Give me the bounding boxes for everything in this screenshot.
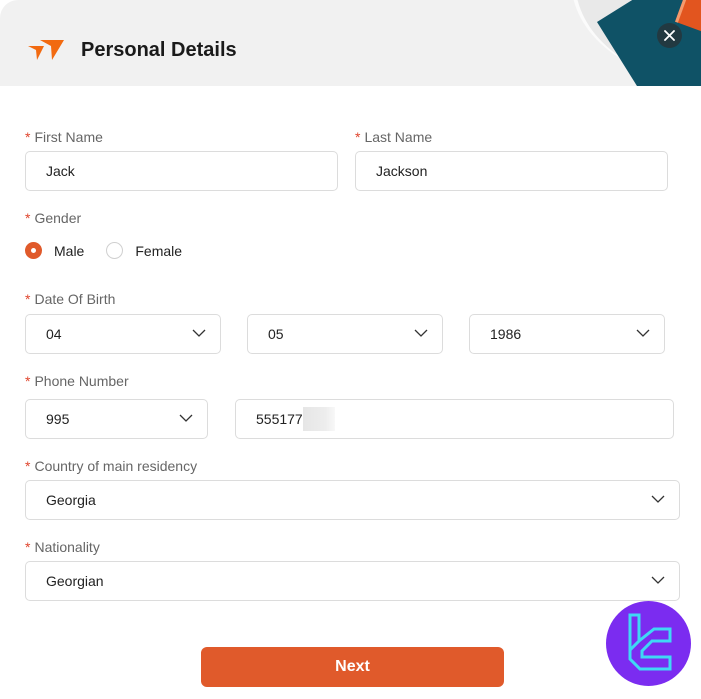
date-of-birth-label-text: Date Of Birth [34,291,116,307]
gender-male-radio[interactable] [25,242,42,259]
chevron-down-icon [636,329,650,337]
birth-month-value: 05 [268,326,284,342]
phone-number-value: 555177 [256,411,303,427]
birth-day-select[interactable]: 04 [25,314,221,354]
birth-day-value: 04 [46,326,62,342]
gender-female-label[interactable]: Female [135,243,182,259]
birth-year-value: 1986 [490,326,522,342]
last-name-input[interactable]: Jackson [355,151,668,191]
country-residency-label: * Country of main residency [25,458,197,474]
next-button[interactable]: Next [201,647,504,687]
dialog-header: Personal Details [0,0,701,86]
required-mark: * [355,129,361,145]
country-residency-select[interactable]: Georgia [25,480,680,520]
date-of-birth-label: * Date Of Birth [25,291,115,307]
nationality-value: Georgian [46,573,104,589]
redacted-digits [302,407,335,431]
last-name-label-text: Last Name [364,129,433,145]
paper-plane-arrows-logo-icon [28,40,64,60]
gender-male-label[interactable]: Male [54,243,84,259]
required-mark: * [25,539,31,555]
nationality-label-text: Nationality [34,539,100,555]
chevron-down-icon [651,495,665,503]
country-code-select[interactable]: 995 [25,399,208,439]
chevron-down-icon [192,329,206,337]
last-name-label: * Last Name [355,129,432,145]
first-name-input[interactable]: Jack [25,151,338,191]
close-icon [664,30,675,41]
gender-female-radio[interactable] [106,242,124,259]
dialog-title: Personal Details [81,39,237,61]
nationality-label: * Nationality [25,539,100,555]
phone-number-label-text: Phone Number [34,373,129,389]
country-residency-value: Georgia [46,492,96,508]
birth-year-select[interactable]: 1986 [469,314,665,354]
country-code-value: 995 [46,411,70,427]
required-mark: * [25,291,31,307]
required-mark: * [25,129,31,145]
first-name-label: * First Name [25,129,103,145]
last-name-value: Jackson [376,163,428,179]
required-mark: * [25,458,31,474]
first-name-label-text: First Name [34,129,103,145]
required-mark: * [25,210,31,226]
chevron-down-icon [651,576,665,584]
chevron-down-icon [414,329,428,337]
watermark-logo [606,601,691,686]
phone-number-input[interactable]: 555177 [235,399,674,439]
tc-logo-icon [628,613,672,671]
gender-radio-group: Male Female [25,242,204,259]
phone-number-label: * Phone Number [25,373,129,389]
gender-label-text: Gender [34,210,82,226]
chevron-down-icon [179,414,193,422]
gender-label: * Gender [25,210,81,226]
country-residency-label-text: Country of main residency [34,458,198,474]
header-decoration [561,0,701,86]
required-mark: * [25,373,31,389]
birth-month-select[interactable]: 05 [247,314,443,354]
first-name-value: Jack [46,163,75,179]
nationality-select[interactable]: Georgian [25,561,680,601]
close-button[interactable] [657,23,682,48]
